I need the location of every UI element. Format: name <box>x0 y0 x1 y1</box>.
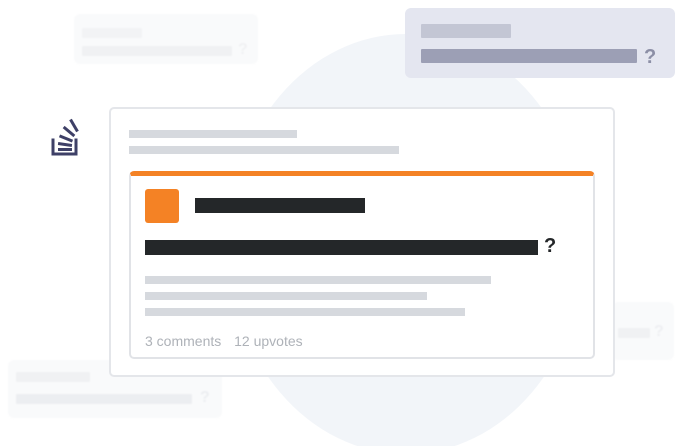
avatar <box>145 189 179 223</box>
question-card[interactable]: ? 3 comments 12 upvotes <box>129 171 595 359</box>
question-body-line <box>145 292 427 300</box>
placeholder-line <box>82 28 142 38</box>
placeholder-heading <box>129 130 297 138</box>
question-mark: ? <box>200 389 210 406</box>
placeholder-line <box>16 372 90 382</box>
placeholder-line <box>618 328 650 338</box>
illustration-stage: ? ? ? ? ? 3 comments 12 upvotes <box>0 0 685 446</box>
question-mark: ? <box>644 46 657 68</box>
placeholder-subheading <box>129 146 399 154</box>
question-meta: 3 comments 12 upvotes <box>145 333 303 349</box>
question-body-line <box>145 308 465 316</box>
upvotes-count: 12 upvotes <box>234 333 303 349</box>
ghost-question-card-top-left: ? <box>74 14 258 64</box>
question-body-line <box>145 276 491 284</box>
question-mark: ? <box>654 323 664 340</box>
username-placeholder <box>195 198 365 213</box>
question-title-placeholder <box>145 240 538 255</box>
placeholder-line <box>421 24 511 38</box>
stack-overflow-logo-icon <box>50 118 84 158</box>
question-mark: ? <box>238 41 248 58</box>
ghost-question-card-bottom-right: ? <box>612 302 674 360</box>
placeholder-line <box>421 49 637 63</box>
comments-count: 3 comments <box>145 333 222 349</box>
placeholder-line <box>16 394 192 404</box>
ghost-question-card-top-right: ? <box>405 8 675 78</box>
question-mark: ? <box>544 235 557 257</box>
placeholder-line <box>82 46 232 56</box>
